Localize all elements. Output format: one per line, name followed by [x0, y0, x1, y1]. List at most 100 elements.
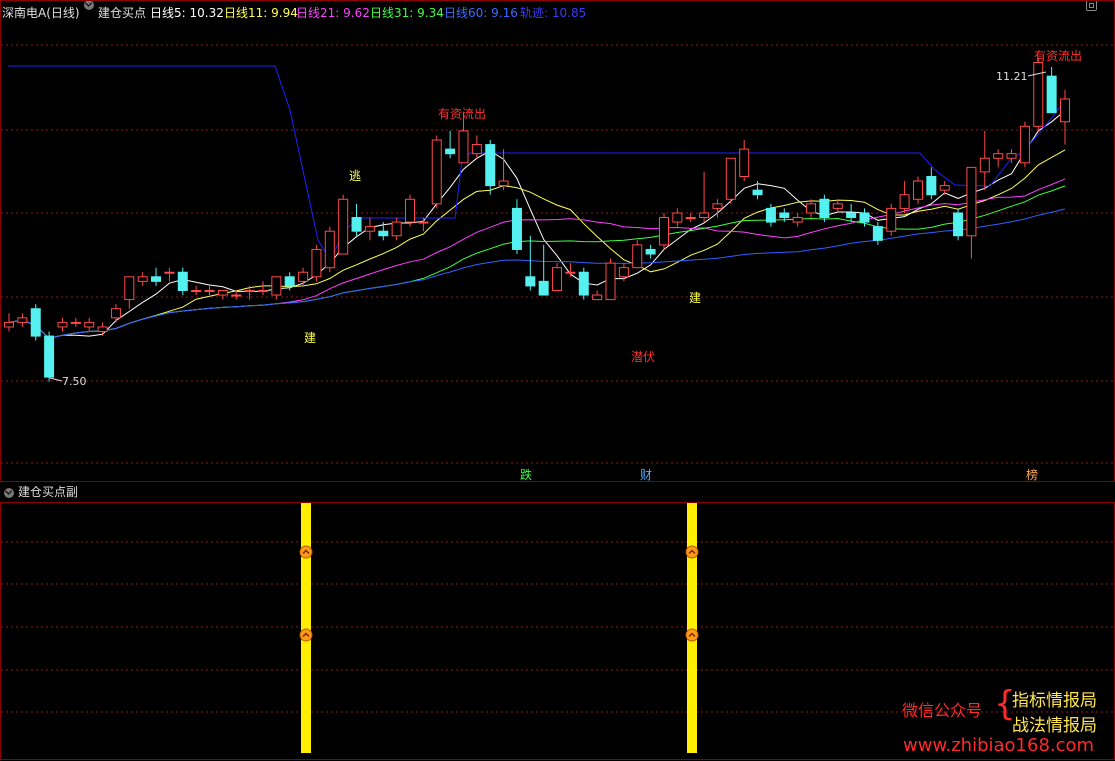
candle-body	[70, 321, 81, 324]
candle-body	[953, 212, 964, 237]
candle-body	[966, 166, 977, 237]
candle-body	[445, 148, 456, 155]
candle-body	[912, 180, 923, 200]
candle-body	[284, 276, 295, 287]
up-arrow-icon	[299, 628, 313, 642]
candle-body	[151, 276, 162, 282]
candle-body	[712, 203, 723, 209]
candle-body	[164, 271, 175, 274]
candle-body	[832, 203, 843, 209]
candle-body	[939, 185, 950, 191]
candle-body	[725, 157, 736, 200]
watermark-line1: 指标情报局	[1012, 691, 1097, 711]
candle-body	[979, 157, 990, 173]
candle-body	[1060, 98, 1070, 123]
signal-bars	[299, 503, 699, 753]
up-arrow-icon	[685, 628, 699, 642]
candle-body	[525, 276, 536, 287]
annotations: 7.5011.21逃建建有资流出有资流出潜伏跌财榜	[49, 49, 1082, 482]
candle-body	[378, 230, 389, 237]
sub-collapse-icon[interactable]	[0, 485, 18, 499]
candle-body	[819, 198, 830, 219]
lurk-label: 潜伏	[631, 350, 655, 364]
candle-body	[565, 271, 576, 274]
candle-body	[699, 212, 710, 219]
sub-panel-header: 建仓买点副	[0, 482, 78, 502]
event-label-2: 财	[640, 468, 652, 482]
candle-body	[97, 326, 108, 333]
candle-body	[511, 207, 522, 250]
candle-body	[231, 294, 242, 297]
candle-body	[191, 289, 202, 292]
candle-body	[926, 175, 937, 196]
watermark-wechat: 微信公众号	[902, 701, 983, 720]
candle-body	[752, 189, 763, 196]
candle-body	[124, 276, 135, 301]
candle-body	[244, 289, 255, 292]
event-label-3: 榜	[1026, 467, 1038, 482]
signal-bar	[301, 503, 311, 753]
up-arrow-icon	[299, 545, 313, 559]
candle-body	[418, 221, 429, 224]
low-price-label: 7.50	[62, 375, 87, 388]
price-chart[interactable]: 7.5011.21逃建建有资流出有资流出潜伏跌财榜	[0, 0, 1115, 482]
candle-body	[592, 294, 603, 301]
sub-chart[interactable]	[0, 502, 1115, 761]
candle-body	[311, 248, 322, 278]
high-price-label: 11.21	[996, 70, 1028, 83]
candle-body	[391, 221, 402, 237]
candle-body	[44, 335, 55, 378]
signal-bar	[687, 503, 697, 753]
candle-body	[177, 271, 188, 291]
candle-body	[324, 230, 335, 269]
build-label-1: 建	[304, 331, 316, 345]
candle-body	[792, 217, 803, 223]
escape-label: 逃	[349, 169, 361, 183]
candle-body	[672, 212, 683, 223]
candle-body	[618, 267, 629, 278]
candle-body	[645, 248, 656, 255]
candle-body	[351, 217, 362, 232]
candle-body	[338, 198, 349, 255]
candle-body	[552, 267, 563, 291]
candle-body	[271, 276, 282, 296]
candle-body	[4, 321, 14, 328]
candle-body	[806, 203, 817, 214]
candle-body	[405, 198, 416, 223]
candle-body	[846, 212, 857, 219]
candle-body	[872, 226, 883, 241]
watermark-line2: 战法情报局	[1012, 716, 1097, 736]
candle-body	[1019, 125, 1030, 164]
candle-body	[886, 207, 897, 232]
candle-body	[298, 271, 309, 282]
candle-body	[538, 280, 549, 296]
candle-body	[632, 244, 643, 269]
candle-body	[1033, 61, 1044, 127]
candle-body	[57, 321, 68, 328]
outflow-label-1: 有资流出	[438, 107, 486, 121]
candle-body	[498, 180, 509, 187]
sub-panel-title[interactable]: 建仓买点副	[18, 485, 78, 499]
candle-body	[471, 144, 482, 155]
candle-body	[765, 207, 776, 223]
candle-body	[779, 212, 790, 219]
outflow-label-2: 有资流出	[1034, 49, 1082, 63]
candle-body	[17, 317, 28, 323]
candle-body	[458, 130, 469, 164]
watermark-url: www.zhibiao168.com	[903, 735, 1095, 756]
candle-body	[431, 139, 442, 205]
candle-body	[739, 148, 750, 177]
up-arrow-icon	[685, 545, 699, 559]
candle-body	[1046, 75, 1057, 114]
candle-body	[605, 262, 616, 301]
candle-body	[110, 308, 121, 319]
candle-body	[204, 289, 215, 292]
candle-body	[859, 212, 870, 223]
candle-body	[137, 276, 148, 282]
candle-body	[578, 271, 589, 296]
ma5-line	[8, 110, 1066, 339]
candle-body	[993, 153, 1004, 159]
candle-body	[257, 289, 268, 292]
candle-body	[84, 321, 95, 328]
candle-body	[685, 217, 696, 220]
